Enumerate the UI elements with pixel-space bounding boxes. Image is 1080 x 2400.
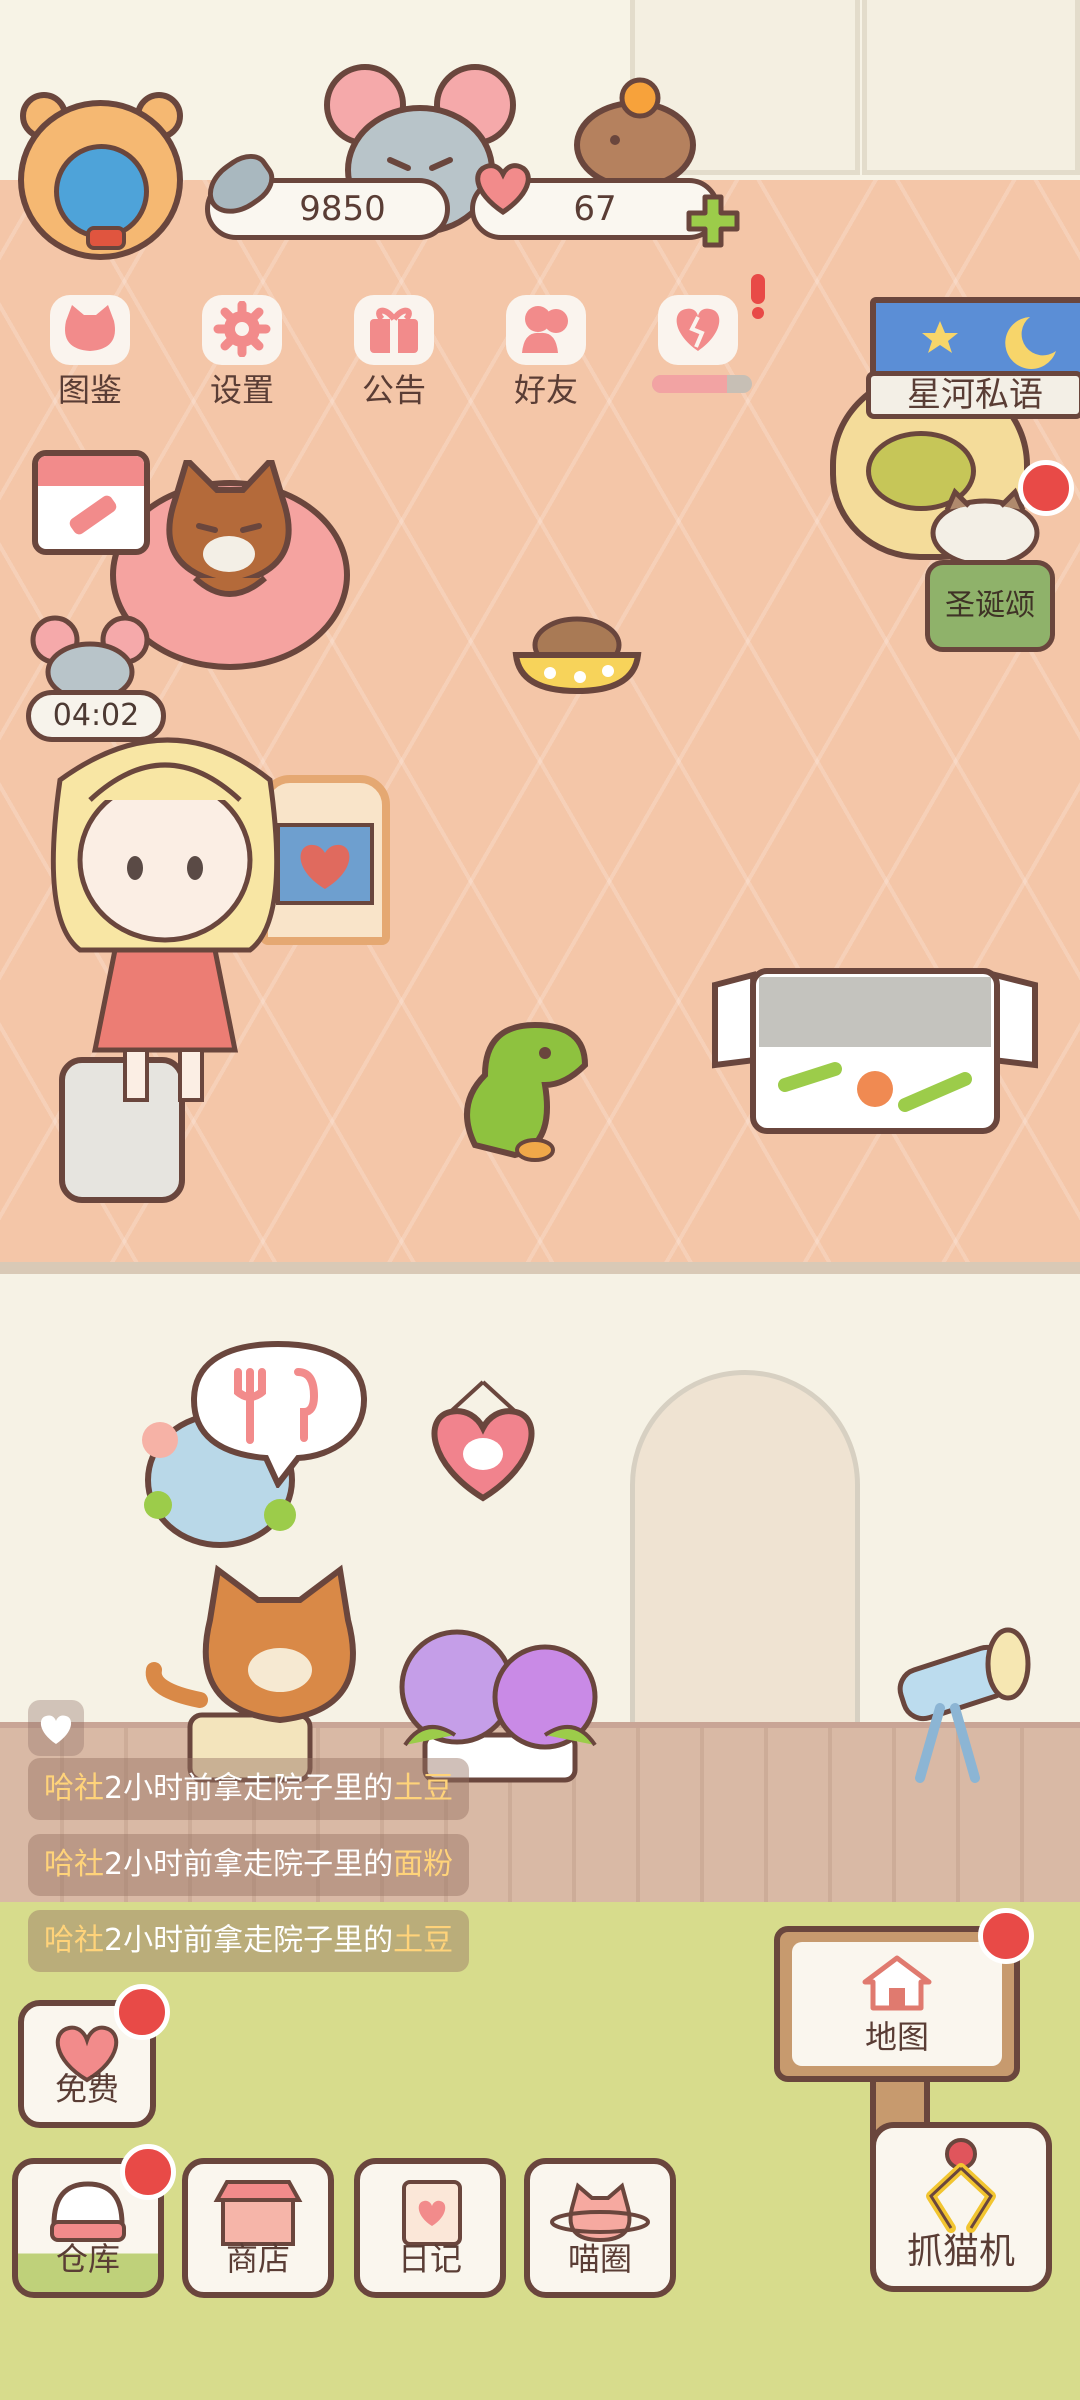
- feed-log-entry: 哈社2小时前拿走院子里的土豆: [28, 1910, 470, 1972]
- menu-friends-button[interactable]: 好友: [486, 295, 606, 409]
- pencil-icon: [69, 495, 117, 535]
- cat-circle-button[interactable]: 喵圈: [524, 2158, 676, 2298]
- christmas-carol-button[interactable]: 圣诞颂: [925, 560, 1055, 652]
- notification-dot: [120, 2144, 176, 2200]
- feed-log-entry: 哈社2小时前拿走院子里的面粉: [28, 1834, 470, 1896]
- telescope-icon[interactable]: [880, 1618, 1040, 1783]
- claw-machine-label: 抓猫机: [906, 2231, 1015, 2272]
- diary-label: 日记: [397, 2240, 462, 2278]
- add-currency-plus-icon[interactable]: [685, 193, 741, 249]
- calendar-icon[interactable]: [32, 450, 150, 555]
- player-girl-character[interactable]: [20, 720, 310, 1220]
- cardboard-box-icon[interactable]: [705, 965, 1045, 1140]
- log-entry-user: 哈社: [44, 1847, 104, 1882]
- mouse-head-icon: [30, 615, 150, 702]
- avatar-bow-icon: [86, 226, 126, 250]
- bunny-heart-sign-icon: [431, 1380, 535, 1502]
- log-entry-item: 面粉: [393, 1847, 454, 1882]
- map-sign-board: 地图: [792, 1942, 1002, 2066]
- food-request-bubble-icon[interactable]: [188, 1338, 368, 1488]
- shop-button[interactable]: 商店: [182, 2158, 334, 2298]
- floor-edge: [0, 1262, 1080, 1274]
- galaxy-sign-label: 星河私语: [866, 371, 1080, 419]
- log-entry-text: 2小时前拿走院子里的: [104, 1923, 394, 1958]
- log-entry-text: 2小时前拿走院子里的: [104, 1771, 394, 1806]
- orange-cat-icon[interactable]: [140, 1560, 390, 1790]
- menu-settings-label: 设置: [209, 371, 274, 409]
- cat-head-icon: [65, 305, 115, 351]
- gear-icon: [213, 301, 271, 357]
- menu-friends-label: 好友: [513, 371, 578, 409]
- heart-count: 67: [573, 189, 617, 229]
- log-entry-text: 2小时前拿走院子里的: [104, 1847, 394, 1882]
- calendar-header: [38, 456, 144, 486]
- warehouse-label: 仓库: [55, 2240, 120, 2278]
- shop-label: 商店: [225, 2240, 290, 2278]
- heart-outline-icon: [40, 1715, 72, 1744]
- heart-progress-bar: [652, 375, 752, 393]
- friends-icon: [522, 306, 568, 353]
- notification-dot: [114, 1984, 170, 2040]
- log-entry-item: 土豆: [393, 1923, 454, 1958]
- house-icon: [862, 1955, 932, 2011]
- tabby-cat-icon[interactable]: [135, 460, 315, 620]
- menu-announcement-label: 公告: [361, 371, 426, 409]
- menu-catalog-label: 图鉴: [57, 371, 122, 409]
- notification-dot: [978, 1908, 1034, 1964]
- heart-progress-fill: [652, 375, 727, 393]
- alert-exclamation-icon: [751, 274, 765, 319]
- menu-settings-button[interactable]: 设置: [182, 295, 302, 409]
- food-bowl-icon[interactable]: [510, 605, 645, 695]
- wall-panel: [862, 0, 1080, 175]
- avatar-face: [54, 144, 149, 239]
- free-label: 免费: [54, 2070, 119, 2108]
- map-label: 地图: [864, 2018, 929, 2056]
- moon-stars-icon: [922, 317, 1056, 369]
- log-entry-user: 哈社: [44, 1771, 104, 1806]
- arch-doorway[interactable]: [630, 1370, 860, 1730]
- feed-log-entry: 哈社2小时前拿走院子里的土豆: [28, 1758, 470, 1820]
- heart-broken-icon: [676, 308, 720, 351]
- player-avatar[interactable]: [18, 100, 183, 260]
- capybara-icon: [574, 77, 696, 190]
- menu-catalog-button[interactable]: 图鉴: [30, 295, 150, 409]
- christmas-carol-label: 圣诞颂: [945, 588, 1035, 623]
- menu-announcement-button[interactable]: 公告: [334, 295, 454, 409]
- log-entry-user: 哈社: [44, 1923, 104, 1958]
- galaxy-whisper-sign[interactable]: 星河私语: [866, 297, 1080, 419]
- log-entry-item: 土豆: [393, 1771, 454, 1806]
- frog-character-icon[interactable]: [445, 1005, 605, 1165]
- notification-dot: [1018, 460, 1074, 516]
- cat-circle-label: 喵圈: [567, 2240, 632, 2278]
- diary-button[interactable]: 日记: [354, 2158, 506, 2298]
- feed-log-toggle[interactable]: [28, 1700, 84, 1756]
- claw-machine-button[interactable]: 抓猫机: [870, 2122, 1052, 2292]
- gift-icon: [370, 307, 418, 353]
- menu-hearts-button[interactable]: [638, 295, 758, 405]
- heart-icon: [475, 163, 531, 216]
- fish-count: 9850: [299, 189, 386, 229]
